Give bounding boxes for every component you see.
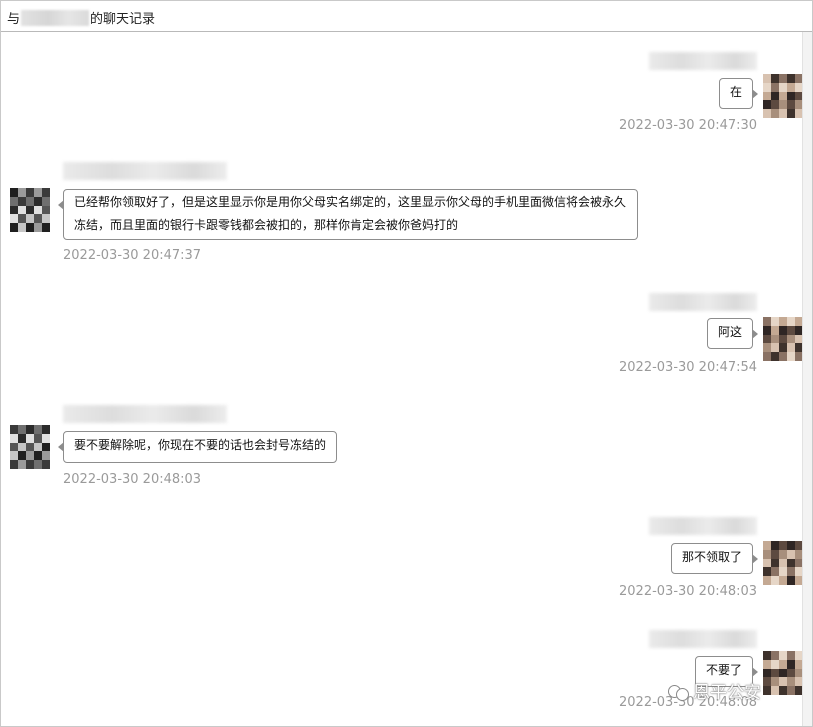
avatar[interactable]	[763, 541, 803, 585]
avatar[interactable]	[10, 188, 50, 232]
watermark: 恩平公安	[667, 678, 761, 703]
message-timestamp: 2022-03-30 20:47:37	[63, 248, 202, 263]
redacted-sender-name	[649, 630, 757, 648]
message-text: 那不领取了	[681, 550, 742, 564]
message-timestamp: 2022-03-30 20:47:54	[619, 360, 758, 375]
message-bubble[interactable]: 要不要解除呢，你现在不要的话也会封号冻结的	[58, 431, 337, 463]
watermark-text: 恩平公安	[693, 683, 761, 703]
avatar[interactable]	[763, 651, 803, 695]
redacted-contact-name	[21, 9, 90, 26]
title-suffix: 的聊天记录	[90, 12, 156, 27]
message-bubble[interactable]: 那不领取了	[671, 543, 758, 574]
message-text: 阿这	[717, 325, 742, 339]
message-timestamp: 2022-03-30 20:48:03	[63, 472, 202, 487]
message-text: 在	[729, 85, 742, 99]
message-text-line: 冻结，而且里面的银行卡跟零钱都会被扣的，那样你肯定会被你爸妈打的	[74, 218, 459, 232]
chat-history-window: 与 的聊天记录 在 2022-03-30 20:47:30 已经帮你领取好了，但…	[0, 0, 813, 727]
message-bubble[interactable]: 在	[719, 78, 758, 109]
window-title: 与 的聊天记录	[7, 8, 155, 27]
message-timestamp: 2022-03-30 20:48:03	[619, 584, 758, 599]
avatar[interactable]	[10, 425, 50, 469]
message-text-line: 已经帮你领取好了，但是这里显示你是用你父母实名绑定的，这里显示你父母的手机里面微…	[74, 195, 627, 209]
wechat-channel-icon	[667, 682, 689, 701]
redacted-sender-name	[649, 517, 757, 535]
message-timestamp: 2022-03-30 20:47:30	[619, 118, 758, 133]
title-bar: 与 的聊天记录	[1, 1, 812, 32]
avatar[interactable]	[763, 317, 803, 361]
redacted-sender-name	[63, 405, 227, 423]
message-bubble[interactable]: 阿这	[707, 318, 758, 349]
message-bubble[interactable]: 已经帮你领取好了，但是这里显示你是用你父母实名绑定的，这里显示你父母的手机里面微…	[58, 189, 638, 240]
redacted-sender-name	[649, 293, 757, 311]
avatar[interactable]	[763, 74, 803, 118]
message-text: 不要了	[705, 663, 742, 677]
redacted-sender-name	[63, 162, 227, 180]
message-text: 要不要解除呢，你现在不要的话也会封号冻结的	[74, 438, 327, 452]
title-prefix: 与	[7, 12, 21, 27]
vertical-scrollbar[interactable]	[802, 32, 812, 726]
redacted-sender-name	[649, 52, 757, 70]
